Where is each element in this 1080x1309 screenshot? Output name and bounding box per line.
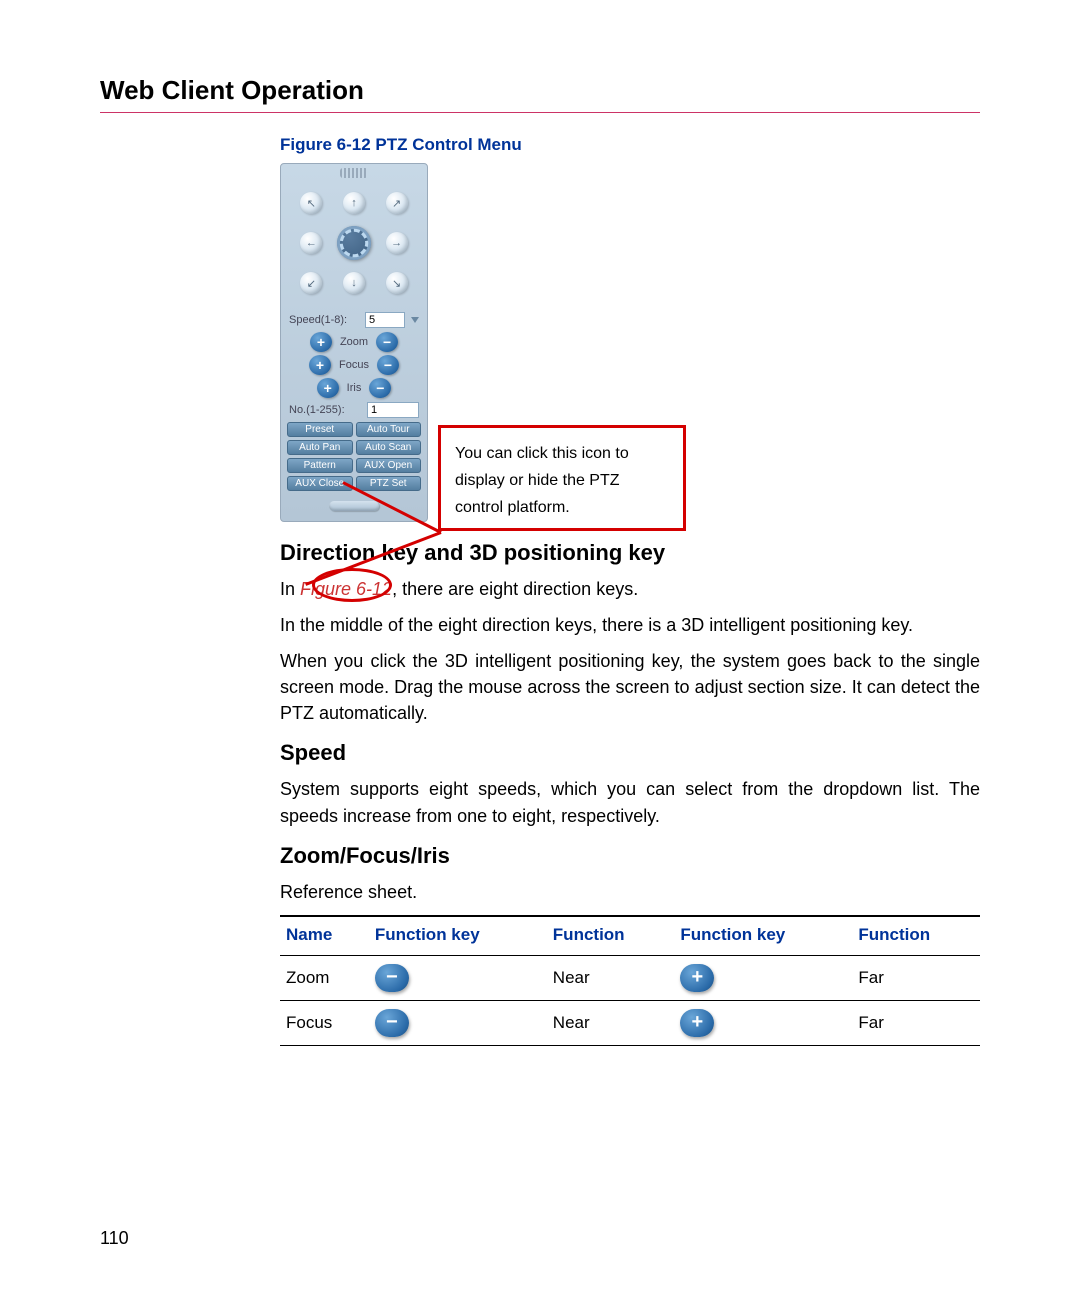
dir-up-left-button[interactable]: ↖ [300,192,322,214]
panel-toggle-handle[interactable] [329,501,379,511]
zoom-minus-button[interactable]: − [376,332,398,352]
th-func1: Function [547,916,675,956]
3d-positioning-button[interactable] [337,226,371,260]
auto-scan-button[interactable]: Auto Scan [356,440,422,455]
th-fkey1: Function key [369,916,547,956]
direction-p2: In the middle of the eight direction key… [280,612,980,638]
cell-name: Zoom [280,955,369,1000]
direction-key-grid: ↖ ↑ ↗ ← → ↙ ↓ ↘ [287,182,421,308]
dir-down-left-button[interactable]: ↙ [300,272,322,294]
table-row: Focus − Near + Far [280,1000,980,1045]
speed-p: System supports eight speeds, which you … [280,776,980,828]
reference-table: Name Function key Function Function key … [280,915,980,1046]
focus-plus-button[interactable]: + [309,355,331,375]
auto-tour-button[interactable]: Auto Tour [356,422,422,437]
auto-pan-button[interactable]: Auto Pan [287,440,353,455]
dir-up-button[interactable]: ↑ [343,192,365,214]
figure-caption: Figure 6-12 PTZ Control Menu [280,135,980,155]
iris-label: Iris [347,382,362,394]
speed-input[interactable] [365,312,405,328]
highlight-ellipse-icon [312,568,392,602]
table-row: Zoom − Near + Far [280,955,980,1000]
minus-icon: − [375,964,409,992]
cell-func2: Far [852,1000,980,1045]
cell-func1: Near [547,1000,675,1045]
speed-label: Speed(1-8): [289,314,361,326]
minus-icon: − [375,1009,409,1037]
zfi-heading: Zoom/Focus/Iris [280,843,980,869]
figure-6-12: ↖ ↑ ↗ ← → ↙ ↓ ↘ Speed(1-8): + [280,163,980,522]
zoom-label: Zoom [340,336,368,348]
speed-heading: Speed [280,740,980,766]
dir-up-right-button[interactable]: ↗ [386,192,408,214]
th-fkey2: Function key [674,916,852,956]
cell-func1: Near [547,955,675,1000]
th-name: Name [280,916,369,956]
focus-label: Focus [339,359,369,371]
number-input[interactable] [367,402,419,418]
panel-grip-icon [340,168,368,178]
direction-p3: When you click the 3D intelligent positi… [280,648,980,726]
ptz-control-panel: ↖ ↑ ↗ ← → ↙ ↓ ↘ Speed(1-8): + [280,163,428,522]
ptz-set-button[interactable]: PTZ Set [356,476,422,491]
aux-open-button[interactable]: AUX Open [356,458,422,473]
pattern-button[interactable]: Pattern [287,458,353,473]
focus-minus-button[interactable]: − [377,355,399,375]
callout-text: You can click this icon to display or hi… [455,445,629,516]
number-label: No.(1-255): [289,404,363,416]
dir-down-right-button[interactable]: ↘ [386,272,408,294]
preset-button[interactable]: Preset [287,422,353,437]
dir-right-button[interactable]: → [386,232,408,254]
page-number: 110 [100,1228,129,1249]
plus-icon: + [680,964,714,992]
callout-box: You can click this icon to display or hi… [438,425,686,531]
page-title: Web Client Operation [100,75,980,113]
plus-icon: + [680,1009,714,1037]
iris-plus-button[interactable]: + [317,378,339,398]
dropdown-icon[interactable] [411,317,419,323]
th-func2: Function [852,916,980,956]
dir-left-button[interactable]: ← [300,232,322,254]
cell-name: Focus [280,1000,369,1045]
zoom-plus-button[interactable]: + [310,332,332,352]
iris-minus-button[interactable]: − [369,378,391,398]
dir-down-button[interactable]: ↓ [343,272,365,294]
zfi-p: Reference sheet. [280,879,980,905]
table-header-row: Name Function key Function Function key … [280,916,980,956]
cell-func2: Far [852,955,980,1000]
